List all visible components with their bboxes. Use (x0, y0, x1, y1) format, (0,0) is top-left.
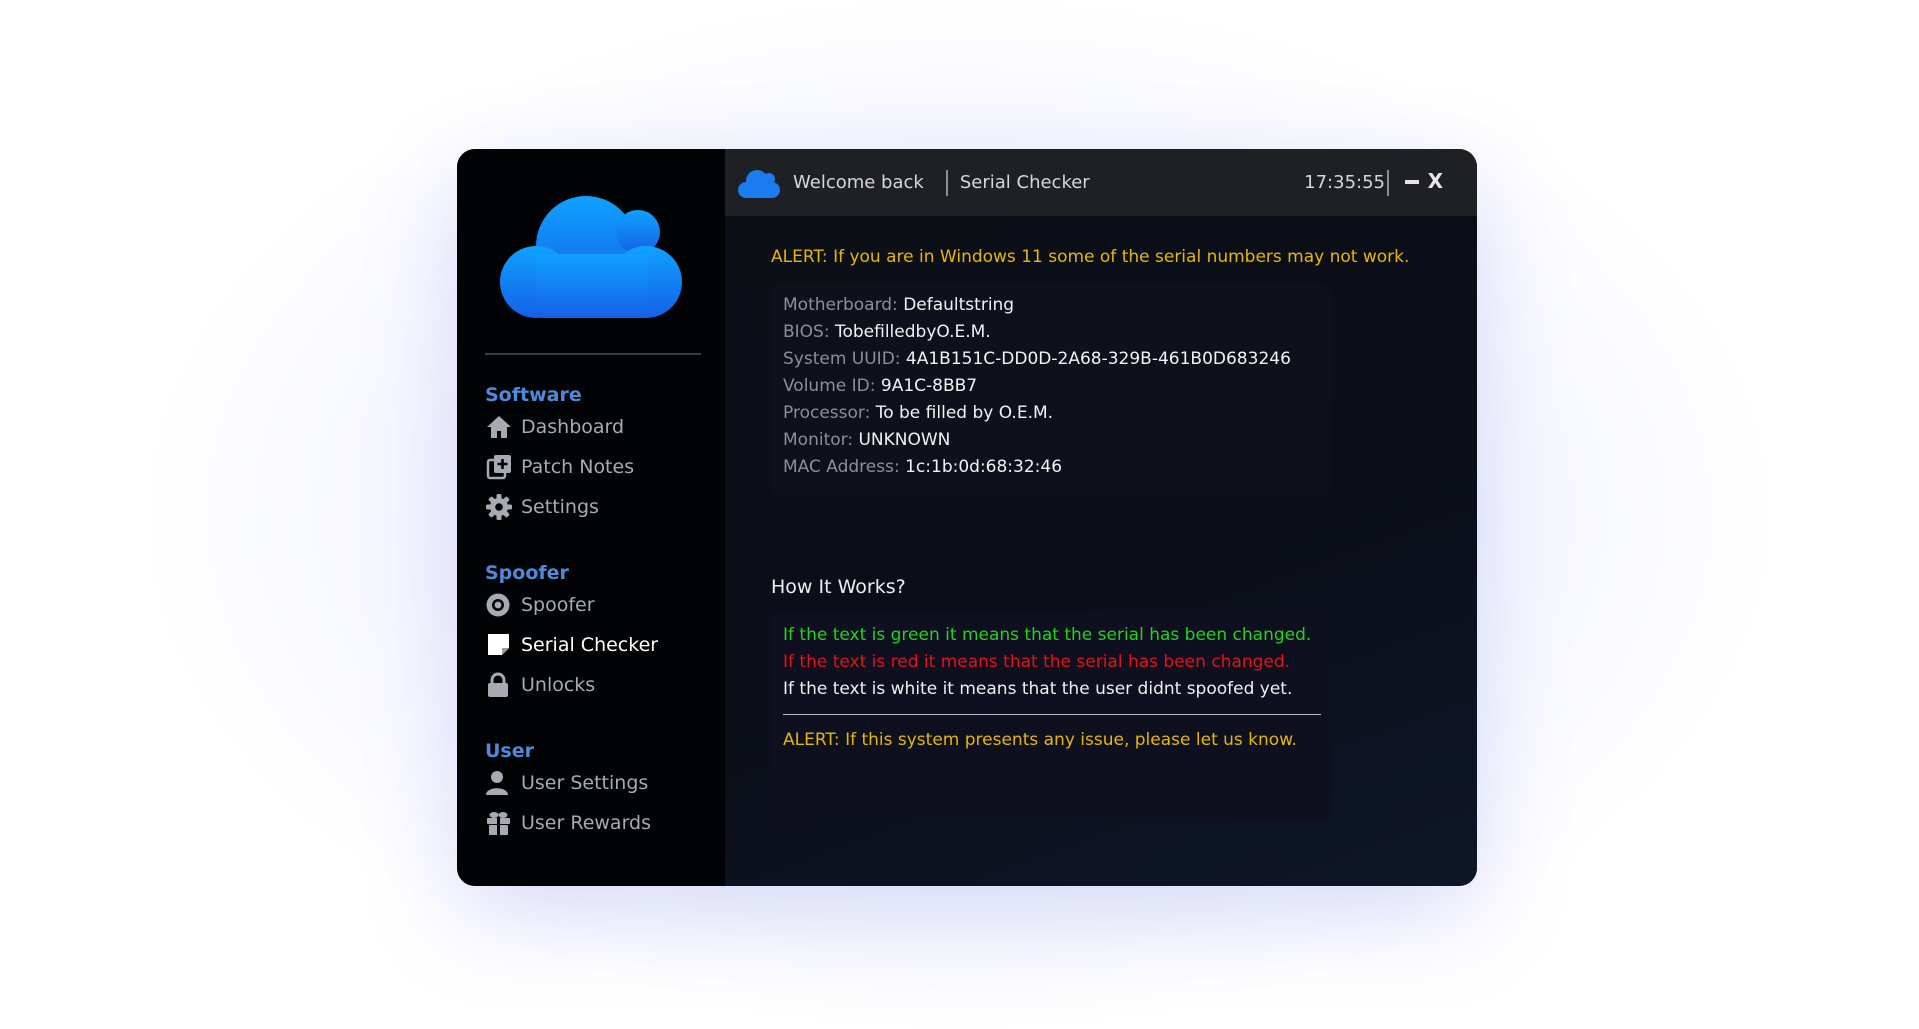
home-icon (485, 412, 515, 442)
serial-checker-content: ALERT: If you are in Windows 11 some of … (725, 246, 1477, 822)
sidebar-item-settings[interactable]: Settings (485, 487, 711, 527)
legend-red: If the text is red it means that the ser… (783, 652, 1291, 672)
app-window: Software Dashboard Patch Notes Settings … (457, 149, 1477, 886)
sidebar-item-label: Serial Checker (521, 634, 659, 656)
welcome-text: Welcome back (793, 172, 924, 193)
system-info-card: Motherboard: Defaultstring BIOS: Tobefil… (771, 284, 1331, 496)
cloud-icon (737, 167, 781, 199)
sidebar-item-patch-notes[interactable]: Patch Notes (485, 447, 711, 487)
info-label: MAC Address: (783, 457, 900, 477)
info-value: To be filled by O.E.M. (875, 403, 1054, 423)
page-title: Serial Checker (959, 172, 1090, 193)
how-divider (783, 714, 1321, 715)
section-header-user: User (485, 740, 534, 762)
info-value: UNKNOWN (858, 430, 951, 450)
clock: 17:35:55 (1304, 172, 1385, 193)
sidebar-item-dashboard[interactable]: Dashboard (485, 407, 711, 447)
info-row-monitor: Monitor: UNKNOWN (783, 427, 1331, 454)
section-header-spoofer: Spoofer (485, 562, 569, 584)
info-label: Volume ID: (783, 376, 876, 396)
sidebar-item-label: User Rewards (521, 812, 652, 834)
windows-alert: ALERT: If you are in Windows 11 some of … (771, 247, 1410, 267)
sidebar-item-label: Dashboard (521, 416, 625, 438)
how-it-works-card: If the text is green it means that the s… (771, 614, 1331, 822)
sidebar-item-label: Patch Notes (521, 456, 635, 478)
legend-white: If the text is white it means that the u… (783, 679, 1293, 699)
logo (471, 149, 711, 353)
info-value: TobefilledbyO.E.M. (834, 322, 991, 342)
spoofer-icon (485, 590, 515, 620)
info-value: 4A1B151C-DD0D-2A68-329B-461B0D683246 (905, 349, 1291, 369)
note-icon (485, 630, 515, 660)
info-label: Processor: (783, 403, 871, 423)
info-label: Monitor: (783, 430, 854, 450)
info-value: Defaultstring (903, 295, 1015, 315)
gear-icon (485, 492, 515, 522)
how-it-works-title: How It Works? (771, 576, 906, 598)
info-value: 1c:1b:0d:68:32:46 (905, 457, 1063, 477)
info-label: Motherboard: (783, 295, 898, 315)
info-row-volume-id: Volume ID: 9A1C-8BB7 (783, 373, 1331, 400)
sidebar-item-user-settings[interactable]: User Settings (485, 763, 711, 803)
info-value: 9A1C-8BB7 (880, 376, 978, 396)
sidebar-item-unlocks[interactable]: Unlocks (485, 665, 711, 705)
sidebar-item-user-rewards[interactable]: User Rewards (485, 803, 711, 843)
user-icon (485, 768, 515, 798)
issue-alert: ALERT: If this system presents any issue… (783, 730, 1297, 750)
topbar-separator (945, 169, 948, 196)
info-label: BIOS: (783, 322, 830, 342)
info-row-processor: Processor: To be filled by O.E.M. (783, 400, 1331, 427)
sidebar-item-label: Settings (521, 496, 599, 518)
info-row-motherboard: Motherboard: Defaultstring (783, 292, 1331, 319)
sidebar-item-serial-checker[interactable]: Serial Checker (485, 625, 711, 665)
info-row-mac-address: MAC Address: 1c:1b:0d:68:32:46 (783, 454, 1331, 481)
sidebar-divider (485, 353, 701, 355)
topbar-separator (1387, 169, 1389, 196)
gift-icon (485, 808, 515, 838)
info-row-bios: BIOS: TobefilledbyO.E.M. (783, 319, 1331, 346)
topbar: Welcome back Serial Checker 17:35:55 X (725, 149, 1477, 216)
section-header-software: Software (485, 384, 582, 406)
info-row-uuid: System UUID: 4A1B151C-DD0D-2A68-329B-461… (783, 346, 1331, 373)
main-panel: Welcome back Serial Checker 17:35:55 X A… (725, 149, 1477, 886)
sidebar-item-label: User Settings (521, 772, 649, 794)
minimize-button[interactable] (1405, 180, 1419, 184)
legend-green: If the text is green it means that the s… (783, 625, 1312, 645)
info-label: System UUID: (783, 349, 901, 369)
sidebar-item-label: Unlocks (521, 674, 596, 696)
sidebar-item-spoofer[interactable]: Spoofer (485, 585, 711, 625)
patch-notes-icon (485, 452, 515, 482)
sidebar-item-label: Spoofer (521, 594, 595, 616)
lock-icon (485, 670, 515, 700)
cloud-logo-icon (500, 196, 682, 318)
sidebar: Software Dashboard Patch Notes Settings … (457, 149, 725, 886)
close-button[interactable]: X (1428, 169, 1443, 193)
